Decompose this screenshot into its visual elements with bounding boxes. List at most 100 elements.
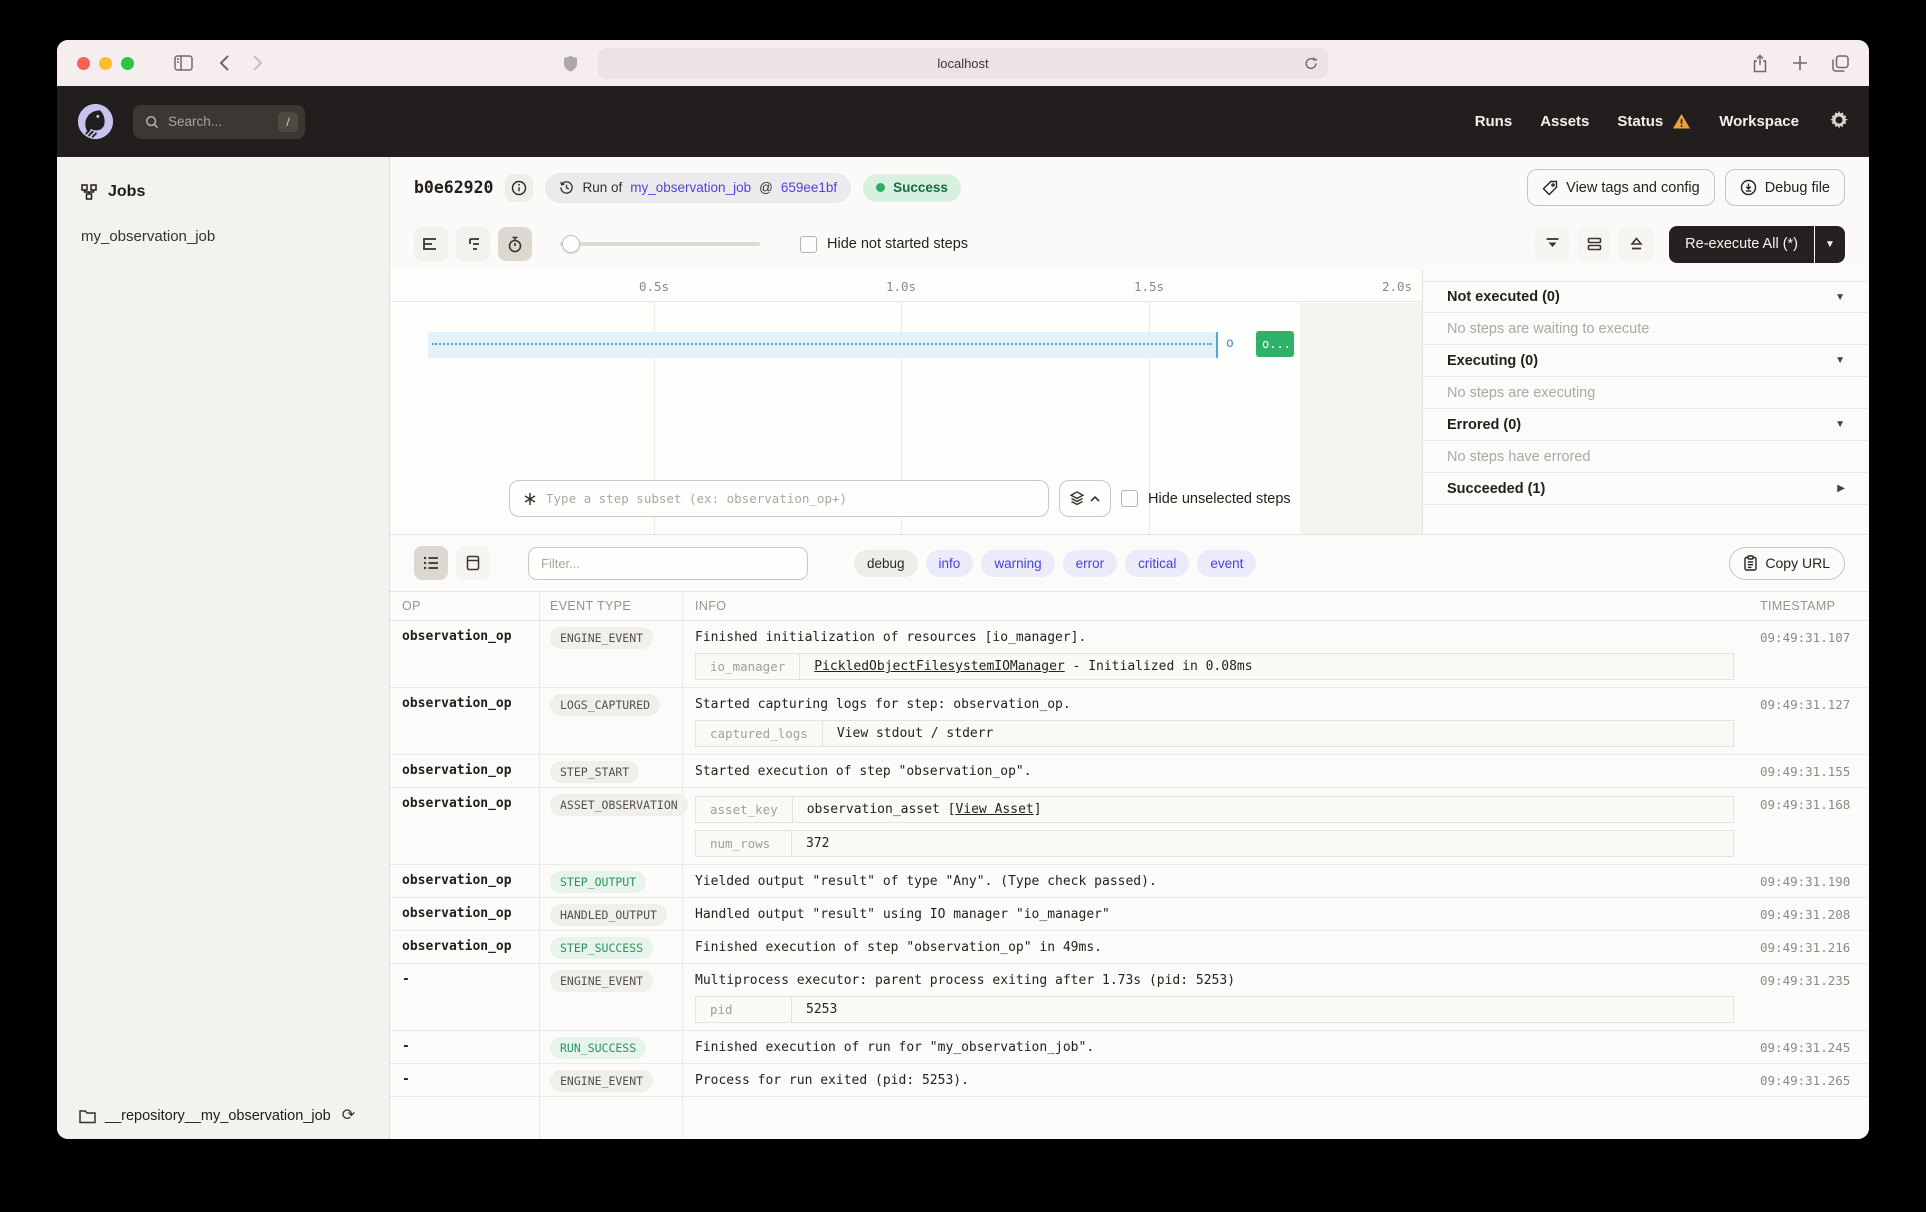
log-table-row[interactable]: observation_op STEP_OUTPUT Yielded outpu… (390, 865, 1869, 898)
run-info-icon[interactable] (505, 174, 533, 202)
status-section-errored[interactable]: Errored (0) ▼ (1423, 409, 1869, 441)
traffic-lights (77, 57, 134, 70)
copy-url-button[interactable]: Copy URL (1729, 547, 1845, 580)
log-table-row[interactable]: observation_op LOGS_CAPTURED Started cap… (390, 688, 1869, 755)
slider-knob[interactable] (562, 235, 580, 253)
log-table-row[interactable]: observation_op ASSET_OBSERVATION asset_k… (390, 788, 1869, 865)
log-level-chip-critical[interactable]: critical (1125, 550, 1189, 577)
share-icon[interactable] (1752, 54, 1768, 73)
log-timestamp[interactable]: 09:49:31.235 (1750, 964, 1869, 1030)
section-title: Not executed (0) (1447, 289, 1560, 305)
log-table-row[interactable]: observation_op ENGINE_EVENT Finished ini… (390, 621, 1869, 688)
log-table-row[interactable]: - RUN_SUCCESS Finished execution of run … (390, 1031, 1869, 1064)
caret-up-icon (1090, 496, 1100, 502)
log-timestamp[interactable]: 09:49:31.155 (1750, 755, 1869, 787)
log-kv-value[interactable]: 372 (792, 831, 1733, 856)
reexecute-all-button[interactable]: Re-execute All (*) (1669, 226, 1814, 263)
close-window-button[interactable] (77, 57, 90, 70)
browser-back-icon[interactable] (219, 54, 230, 72)
log-level-chip-event[interactable]: event (1197, 550, 1256, 577)
sidebar-title: Jobs (108, 183, 145, 201)
log-timestamp[interactable]: 09:49:31.190 (1750, 865, 1869, 897)
chevron-down-icon: ▼ (1835, 292, 1845, 303)
log-table-row[interactable]: - ENGINE_EVENT Multiprocess executor: pa… (390, 964, 1869, 1031)
browser-sidebar-icon[interactable] (174, 55, 193, 71)
expand-panel-button[interactable] (1619, 227, 1653, 261)
log-message: Yielded output "result" of type "Any". (… (695, 865, 1738, 897)
log-kv-value[interactable]: PickledObjectFilesystemIOManager - Initi… (800, 654, 1733, 679)
log-level-chip-debug[interactable]: debug (854, 550, 918, 577)
log-level-chip-error[interactable]: error (1063, 550, 1118, 577)
privacy-shield-icon[interactable] (563, 55, 578, 77)
status-section-succeeded[interactable]: Succeeded (1) ▶ (1423, 473, 1869, 505)
log-op-cell: observation_op (390, 621, 540, 687)
jobs-icon (81, 184, 97, 200)
log-timestamp[interactable]: 09:49:31.208 (1750, 898, 1869, 930)
axis-tick: 1.5s (1134, 279, 1164, 294)
log-timestamp[interactable]: 09:49:31.127 (1750, 688, 1869, 754)
commit-link[interactable]: 659ee1bf (781, 180, 837, 195)
zoom-window-button[interactable] (121, 57, 134, 70)
repository-row[interactable]: __repository__my_observation_job ⟳ (57, 1093, 389, 1139)
log-level-chip-warning[interactable]: warning (981, 550, 1054, 577)
reexecute-dropdown-button[interactable]: ▼ (1815, 226, 1845, 263)
copy-url-label: Copy URL (1765, 555, 1830, 571)
log-table-row[interactable]: observation_op STEP_START Started execut… (390, 755, 1869, 788)
log-filter-input[interactable] (528, 547, 808, 580)
hide-unselected-checkbox[interactable] (1121, 490, 1138, 507)
graph-query-toggle-button[interactable] (1059, 480, 1111, 517)
step-subset-input[interactable] (546, 491, 1048, 506)
log-kv-value[interactable]: View stdout / stderr (823, 721, 1733, 746)
reload-icon[interactable] (1304, 56, 1318, 74)
minimize-window-button[interactable] (99, 57, 112, 70)
log-timestamp[interactable]: 09:49:31.265 (1750, 1064, 1869, 1096)
log-kv-value[interactable]: 5253 (792, 997, 1733, 1022)
sidebar-item-job[interactable]: my_observation_job (81, 228, 365, 245)
timed-view-button[interactable] (498, 227, 532, 261)
gear-icon[interactable] (1829, 110, 1849, 134)
hide-not-started-checkbox[interactable] (800, 236, 817, 253)
hide-unselected-control: Hide unselected steps (1121, 490, 1291, 507)
gantt-step-bar[interactable]: o... (1256, 331, 1294, 357)
browser-forward-icon[interactable] (252, 54, 263, 72)
log-timestamp[interactable]: 09:49:31.168 (1750, 788, 1869, 864)
waterfall-view-button[interactable] (456, 227, 490, 261)
flatten-view-button[interactable] (414, 227, 448, 261)
split-panel-button[interactable] (1577, 227, 1611, 261)
nav-status[interactable]: Status (1617, 113, 1691, 130)
event-type-pill: ASSET_OBSERVATION (550, 794, 688, 816)
new-tab-icon[interactable] (1792, 55, 1808, 71)
collapse-panel-button[interactable] (1535, 227, 1569, 261)
log-table-row[interactable]: - ENGINE_EVENT Process for run exited (p… (390, 1064, 1869, 1097)
job-link[interactable]: my_observation_job (630, 180, 751, 195)
log-list-view-button[interactable] (414, 546, 448, 580)
tab-overview-icon[interactable] (1832, 55, 1849, 72)
log-timestamp[interactable]: 09:49:31.216 (1750, 931, 1869, 963)
nav-runs[interactable]: Runs (1475, 113, 1513, 130)
debug-file-button[interactable]: Debug file (1725, 169, 1845, 206)
header-op: OP (390, 592, 540, 620)
log-table-row[interactable]: observation_op HANDLED_OUTPUT Handled ou… (390, 898, 1869, 931)
status-section-not-executed[interactable]: Not executed (0) ▼ (1423, 281, 1869, 313)
log-level-chip-info[interactable]: info (926, 550, 974, 577)
log-timestamp[interactable]: 09:49:31.107 (1750, 621, 1869, 687)
global-search-input[interactable]: Search... / (133, 105, 305, 139)
log-structured-view-button[interactable] (456, 546, 490, 580)
log-timestamp[interactable]: 09:49:31.245 (1750, 1031, 1869, 1063)
search-shortcut-key: / (278, 112, 298, 132)
event-type-pill: LOGS_CAPTURED (550, 694, 660, 716)
log-kv-value[interactable]: observation_asset [View Asset] (793, 797, 1733, 822)
refresh-icon[interactable]: ⟳ (342, 1108, 355, 1124)
status-section-executing[interactable]: Executing (0) ▼ (1423, 345, 1869, 377)
dagster-logo[interactable] (77, 103, 114, 140)
run-of-pill[interactable]: Run of my_observation_job @ 659ee1bf (545, 173, 851, 203)
hide-unselected-label: Hide unselected steps (1148, 491, 1291, 507)
section-title: Errored (0) (1447, 417, 1521, 433)
address-bar[interactable]: localhost (598, 48, 1328, 79)
log-table-row[interactable]: observation_op STEP_SUCCESS Finished exe… (390, 931, 1869, 964)
event-type-pill: RUN_SUCCESS (550, 1037, 646, 1059)
nav-assets[interactable]: Assets (1540, 113, 1589, 130)
view-tags-config-button[interactable]: View tags and config (1527, 169, 1715, 206)
nav-workspace[interactable]: Workspace (1719, 113, 1799, 130)
zoom-slider[interactable] (560, 227, 760, 261)
